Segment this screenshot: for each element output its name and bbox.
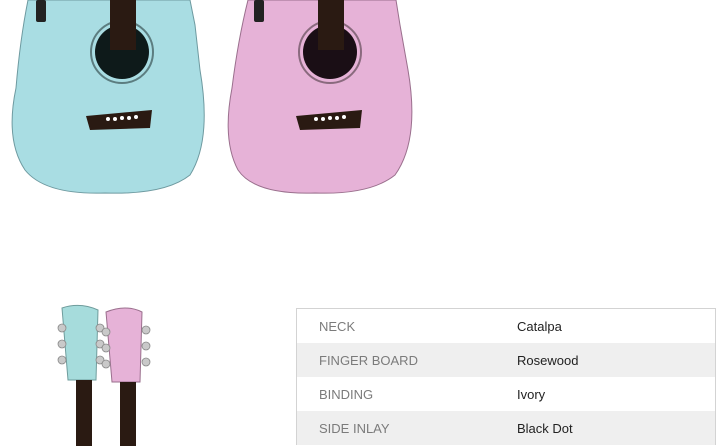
spec-value: Black Dot — [517, 420, 573, 436]
pink-guitar-body — [227, 0, 413, 194]
spec-table: NECK Catalpa FINGER BOARD Rosewood BINDI… — [296, 308, 716, 445]
spec-label: SIDE INLAY — [319, 420, 390, 436]
product-photo-guitars — [11, 0, 413, 194]
spec-label: BINDING — [319, 386, 374, 402]
spec-row-binding: BINDING Ivory — [297, 377, 715, 411]
spec-label: NECK — [319, 318, 356, 334]
spec-value: Ivory — [517, 386, 546, 402]
spec-label: FINGER BOARD — [319, 352, 418, 368]
spec-value: Catalpa — [517, 318, 562, 334]
blue-guitar-body — [11, 0, 205, 194]
blue-headstock — [57, 304, 105, 446]
spec-value: Rosewood — [517, 352, 579, 368]
product-photo-headstocks — [57, 304, 151, 446]
pink-headstock — [101, 307, 151, 446]
spec-row-finger-board: FINGER BOARD Rosewood — [297, 343, 715, 377]
spec-row-neck: NECK Catalpa — [297, 309, 715, 343]
spec-row-side-inlay: SIDE INLAY Black Dot — [297, 411, 715, 445]
